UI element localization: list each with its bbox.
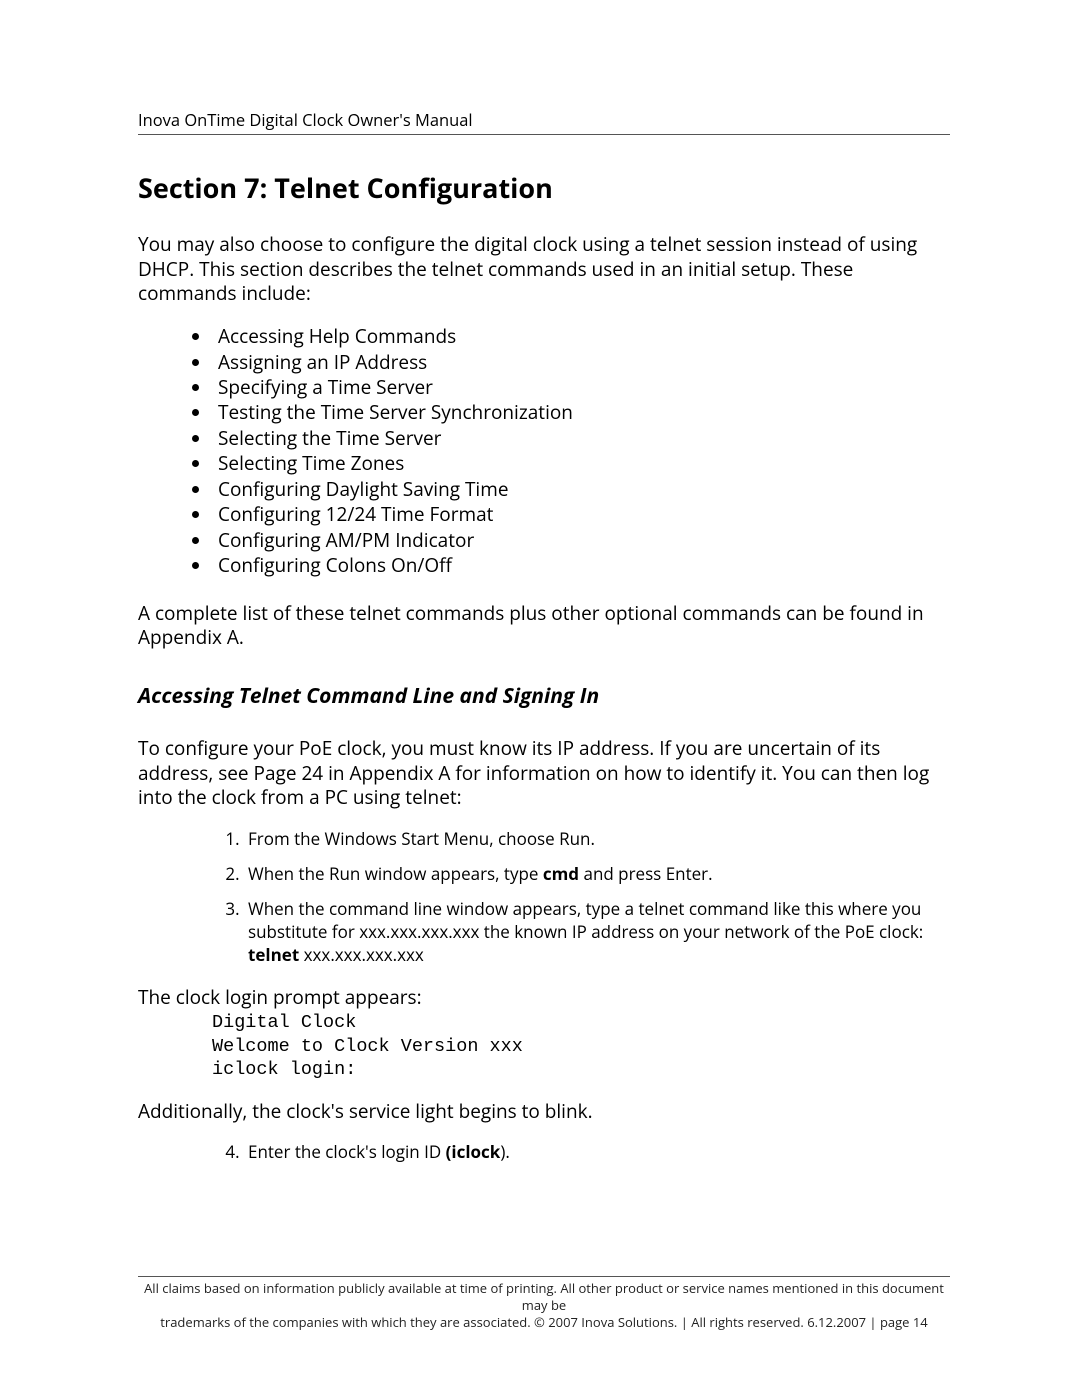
list-item: Selecting Time Zones	[212, 451, 950, 476]
footer-line1: All claims based on information publicly…	[144, 1279, 944, 1314]
step-text: ).	[500, 1140, 509, 1163]
prompt-intro: The clock login prompt appears:	[138, 985, 950, 1010]
page-content: Inova OnTime Digital Clock Owner's Manua…	[0, 0, 1080, 1164]
command-list: Accessing Help Commands Assigning an IP …	[138, 324, 950, 579]
step-text: and press Enter.	[579, 862, 713, 885]
page-footer: All claims based on information publicly…	[138, 1276, 950, 1331]
list-item: Configuring Daylight Saving Time	[212, 477, 950, 502]
step: From the Windows Start Menu, choose Run.	[244, 828, 950, 851]
steps-list: From the Windows Start Menu, choose Run.…	[138, 828, 950, 967]
step-text: When the Run window appears, type	[248, 862, 543, 885]
list-item: Assigning an IP Address	[212, 350, 950, 375]
list-item: Configuring Colons On/Off	[212, 553, 950, 578]
list-item: Configuring AM/PM Indicator	[212, 528, 950, 553]
list-item: Testing the Time Server Synchronization	[212, 400, 950, 425]
intro-paragraph: You may also choose to configure the dig…	[138, 232, 950, 306]
step: When the command line window appears, ty…	[244, 898, 950, 967]
running-head: Inova OnTime Digital Clock Owner's Manua…	[138, 108, 950, 135]
step-text: When the command line window appears, ty…	[248, 897, 923, 943]
step-bold: (iclock	[446, 1140, 501, 1163]
steps-list-continued: Enter the clock's login ID (iclock).	[138, 1141, 950, 1164]
step-bold: telnet	[248, 943, 304, 966]
subsection-heading: Accessing Telnet Command Line and Signin…	[138, 682, 950, 710]
subsection-intro: To configure your PoE clock, you must kn…	[138, 736, 950, 810]
step-text: xxx.xxx.xxx.xxx	[304, 943, 424, 966]
section-title: Section 7: Telnet Configuration	[138, 169, 950, 206]
code-block: Digital Clock Welcome to Clock Version x…	[212, 1011, 950, 1080]
list-item: Selecting the Time Server	[212, 426, 950, 451]
step-bold: cmd	[543, 862, 579, 885]
list-item: Specifying a Time Server	[212, 375, 950, 400]
step: When the Run window appears, type cmd an…	[244, 863, 950, 886]
after-code-paragraph: Additionally, the clock's service light …	[138, 1099, 950, 1124]
list-item: Accessing Help Commands	[212, 324, 950, 349]
step-text: Enter the clock's login ID	[248, 1140, 446, 1163]
step: Enter the clock's login ID (iclock).	[244, 1141, 950, 1164]
list-item: Configuring 12/24 Time Format	[212, 502, 950, 527]
after-bullets-paragraph: A complete list of these telnet commands…	[138, 601, 950, 650]
footer-line2: trademarks of the companies with which t…	[160, 1313, 927, 1331]
